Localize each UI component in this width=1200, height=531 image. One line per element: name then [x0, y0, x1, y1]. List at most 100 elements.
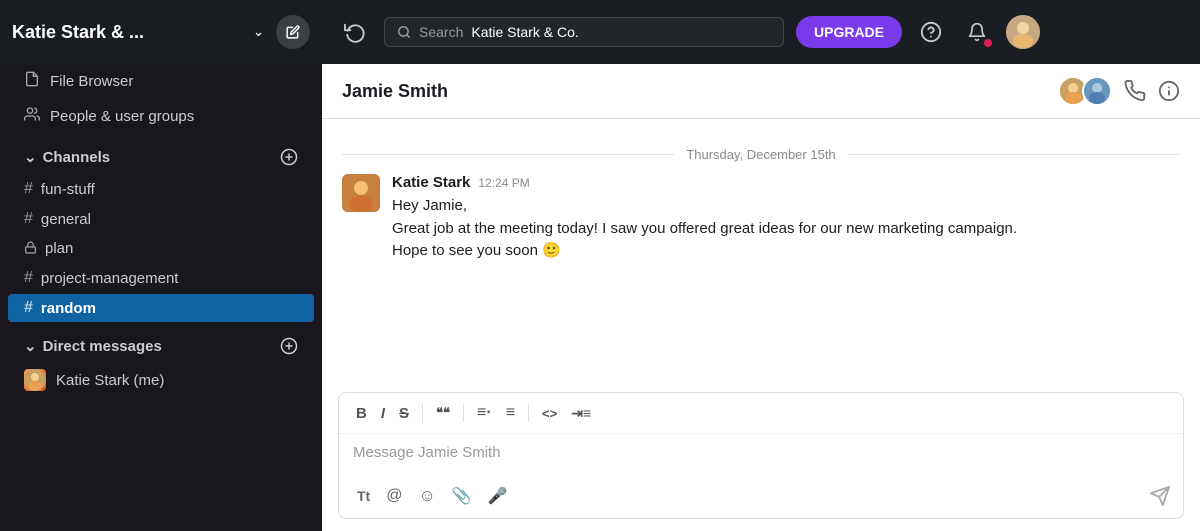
user-avatar[interactable] [1006, 15, 1040, 49]
top-bar-right: Search Katie Stark & Co. UPGRADE [322, 15, 1200, 49]
channels-chevron-icon: ⌄ [24, 148, 37, 166]
dm-user-name: Katie Stark (me) [56, 372, 164, 389]
message-text: Hey Jamie, Great job at the meeting toda… [392, 195, 1017, 263]
input-toolbar: B I S ❝❝ ≡· ≡ <> ⇥≡ [339, 393, 1183, 434]
channel-name: general [41, 211, 91, 228]
search-icon [397, 25, 411, 39]
bold-button[interactable]: B [351, 402, 372, 425]
chat-header-actions [1058, 76, 1180, 106]
hash-icon: # [24, 210, 33, 228]
plus-circle-icon [280, 337, 298, 355]
message-header: Katie Stark 12:24 PM [392, 174, 1017, 191]
emoji-button[interactable]: ☺ [412, 482, 441, 510]
msg-avatar-image [342, 174, 380, 212]
channel-name: project-management [41, 270, 179, 287]
file-icon [24, 71, 40, 87]
message-author: Katie Stark [392, 174, 470, 191]
people-label: People & user groups [50, 108, 194, 125]
notifications-button[interactable] [960, 15, 994, 49]
upgrade-button[interactable]: UPGRADE [796, 16, 902, 48]
workspace-name: Katie Stark & ... [12, 22, 249, 43]
header-avatars [1058, 76, 1112, 106]
ordered-list-button[interactable]: ≡· [472, 401, 497, 425]
file-browser-label: File Browser [50, 73, 133, 90]
send-icon [1149, 485, 1171, 507]
sidebar-item-file-browser[interactable]: File Browser [8, 65, 314, 98]
quote-button[interactable]: ❝❝ [431, 402, 455, 424]
dm-avatar [24, 369, 46, 391]
header-avatar-2 [1082, 76, 1112, 106]
workspace-chevron-button[interactable]: ⌄ [249, 20, 268, 44]
date-divider-text: Thursday, December 15th [686, 147, 835, 162]
bell-icon [967, 22, 987, 42]
audio-button[interactable]: 🎤 [482, 482, 514, 510]
channels-section-header[interactable]: ⌄ Channels [8, 142, 314, 172]
toolbar-separator-1 [422, 404, 423, 422]
channel-item-fun-stuff[interactable]: # fun-stuff [8, 175, 314, 203]
italic-button[interactable]: I [376, 402, 390, 425]
people-icon [24, 106, 40, 127]
search-label: Search [419, 24, 463, 40]
channel-item-project-management[interactable]: # project-management [8, 264, 314, 292]
hash-icon: # [24, 299, 33, 317]
dm-chevron-icon: ⌄ [24, 337, 37, 355]
strikethrough-button[interactable]: S [394, 402, 414, 425]
history-icon [344, 21, 366, 43]
dm-label: Direct messages [43, 338, 162, 355]
info-icon [1158, 80, 1180, 102]
input-box: B I S ❝❝ ≡· ≡ <> ⇥≡ Message Jamie Smith … [338, 392, 1184, 519]
add-channel-button[interactable] [280, 148, 298, 166]
message-avatar [342, 174, 380, 212]
channel-item-plan[interactable]: plan [8, 235, 314, 262]
search-workspace-label: Katie Stark & Co. [471, 24, 578, 40]
channel-item-random[interactable]: # random [8, 294, 314, 322]
channel-name: fun-stuff [41, 181, 95, 198]
avatar-initials [1006, 15, 1040, 49]
call-button[interactable] [1124, 80, 1146, 102]
lock-icon [24, 241, 37, 257]
edit-workspace-button[interactable] [276, 15, 310, 49]
input-bottom-bar: Tt @ ☺ 📎 🎤 [339, 474, 1183, 518]
info-button[interactable] [1158, 80, 1180, 102]
chat-contact-name: Jamie Smith [342, 81, 1058, 102]
search-bar[interactable]: Search Katie Stark & Co. [384, 17, 784, 47]
chat-area: Jamie Smith [322, 64, 1200, 531]
message-content: Katie Stark 12:24 PM Hey Jamie, Great jo… [392, 174, 1017, 263]
toolbar-separator-3 [528, 404, 529, 422]
dm-section-header[interactable]: ⌄ Direct messages [8, 331, 314, 361]
avatar-img [1084, 78, 1110, 104]
channel-name: random [41, 300, 96, 317]
indent-button[interactable]: ⇥≡ [566, 402, 596, 425]
plus-circle-icon [280, 148, 298, 166]
dm-item-katie-stark[interactable]: Katie Stark (me) [8, 364, 314, 396]
toolbar-separator-2 [463, 404, 464, 422]
top-bar: Katie Stark & ... ⌄ Search Katie Stark &… [0, 0, 1200, 64]
input-placeholder: Message Jamie Smith [353, 444, 501, 461]
code-button[interactable]: <> [537, 403, 562, 424]
history-button[interactable] [338, 15, 372, 49]
channel-item-general[interactable]: # general [8, 205, 314, 233]
lock-icon [24, 241, 37, 254]
message-item: Katie Stark 12:24 PM Hey Jamie, Great jo… [342, 174, 1180, 263]
mention-button[interactable]: @ [380, 483, 408, 509]
help-button[interactable] [914, 15, 948, 49]
sidebar-item-people[interactable]: People & user groups [8, 100, 314, 133]
phone-icon [1124, 80, 1146, 102]
add-dm-button[interactable] [280, 337, 298, 355]
sidebar: File Browser People & user groups ⌄ Chan… [0, 64, 322, 531]
workspace-section: Katie Stark & ... ⌄ [0, 0, 322, 64]
channels-label: Channels [43, 149, 111, 166]
date-divider: Thursday, December 15th [342, 147, 1180, 162]
users-icon [24, 106, 40, 122]
channel-name: plan [45, 240, 73, 257]
attachment-button[interactable]: 📎 [446, 482, 478, 510]
main-content: File Browser People & user groups ⌄ Chan… [0, 64, 1200, 531]
chat-header: Jamie Smith [322, 64, 1200, 119]
send-button[interactable] [1149, 485, 1171, 507]
unordered-list-button[interactable]: ≡ [501, 401, 520, 425]
messages-area: Thursday, December 15th Katie Stark 12:2… [322, 119, 1200, 380]
text-format-button[interactable]: Tt [351, 484, 376, 508]
message-input[interactable]: Message Jamie Smith [339, 434, 1183, 474]
file-browser-icon [24, 71, 40, 92]
pencil-icon [286, 25, 300, 39]
